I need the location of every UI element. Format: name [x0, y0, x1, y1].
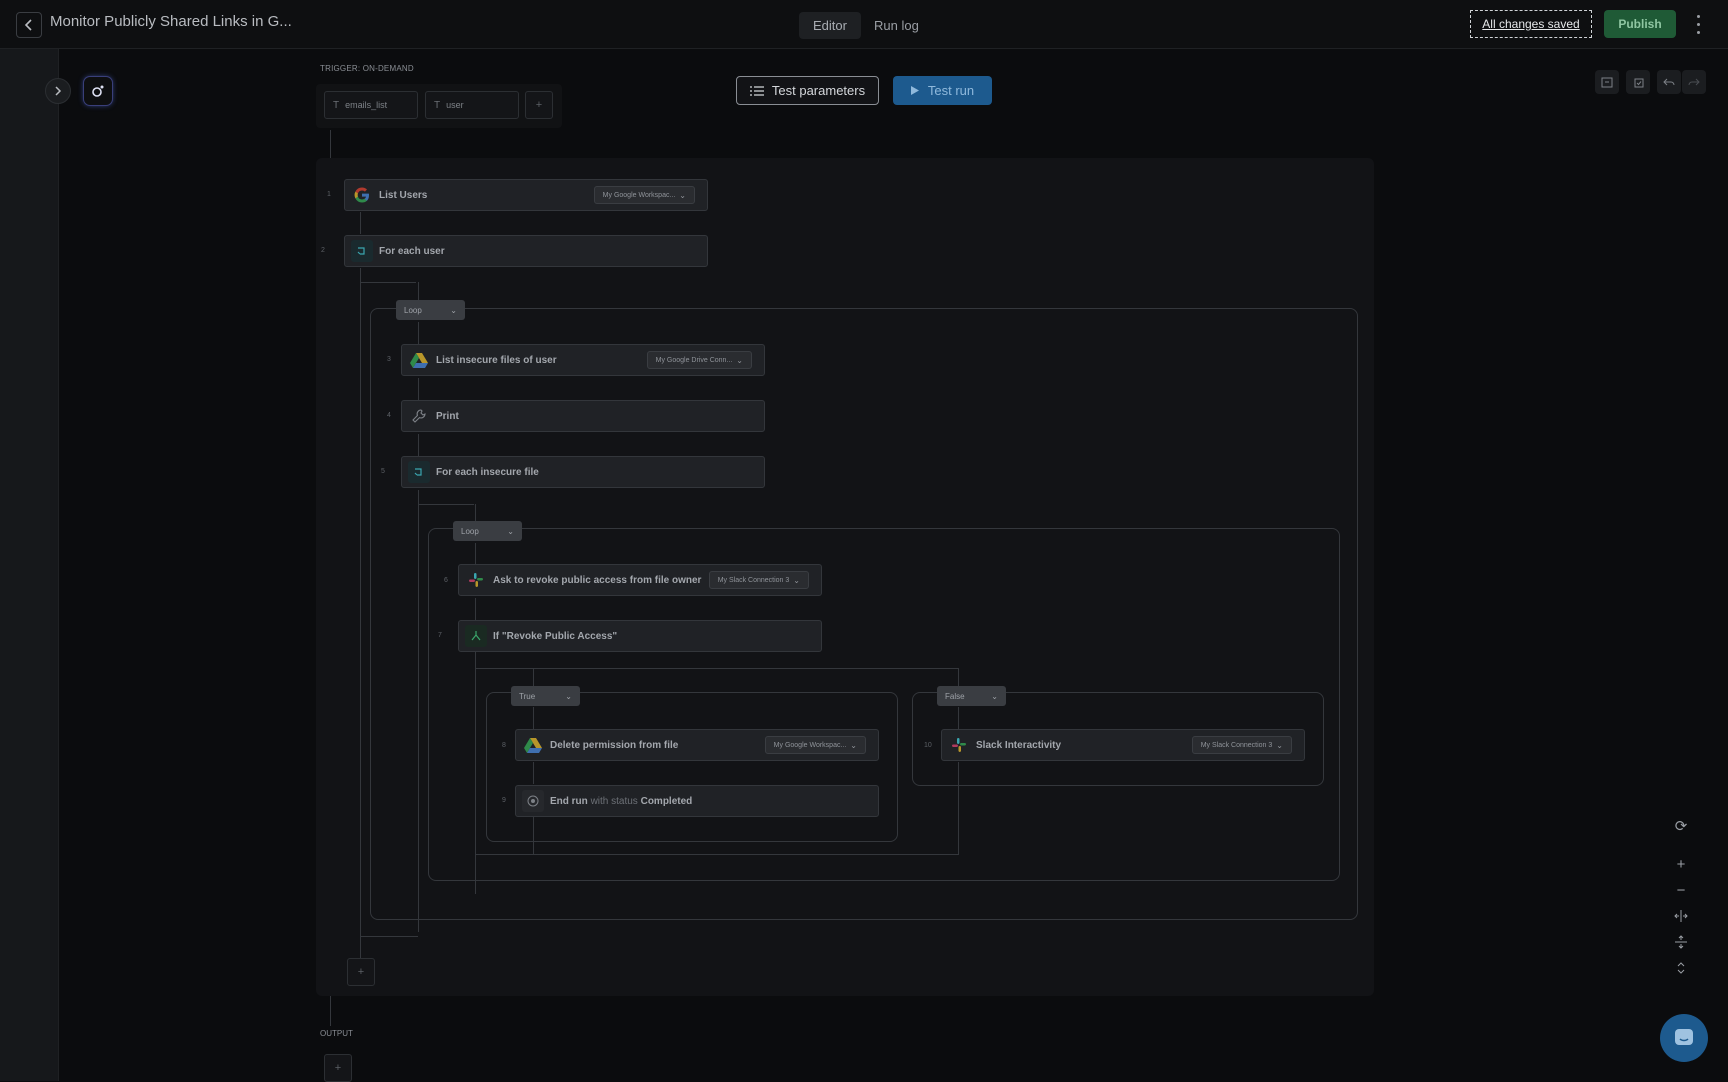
google-drive-icon — [522, 734, 544, 756]
tab-editor[interactable]: Editor — [799, 12, 861, 39]
step-label: For each insecure file — [436, 466, 539, 478]
branch-true-chip[interactable]: True ⌄ — [511, 686, 580, 706]
connector — [330, 996, 331, 1026]
param-user[interactable]: Tuser — [425, 91, 519, 119]
loop-chip[interactable]: Loop ⌄ — [396, 300, 465, 320]
connection-select[interactable]: My Google Drive Conn... — [646, 351, 752, 369]
step-for-each-user[interactable]: For each user — [344, 235, 708, 267]
chevron-right-icon — [55, 86, 62, 96]
add-step-button[interactable]: + — [347, 958, 375, 986]
fit-horizontal-icon[interactable] — [1670, 905, 1692, 927]
copy-check-icon[interactable] — [1626, 70, 1650, 94]
step-number: 4 — [387, 412, 391, 419]
step-label: List insecure files of user — [436, 354, 557, 366]
list-icon — [749, 85, 764, 96]
publish-button[interactable]: Publish — [1604, 10, 1676, 38]
step-number: 10 — [924, 742, 932, 749]
connection-select[interactable]: My Slack Connection 3 — [708, 571, 809, 589]
undo-icon[interactable] — [1657, 70, 1681, 94]
add-parameter-button[interactable]: + — [525, 91, 553, 119]
step-number: 1 — [327, 191, 331, 198]
google-icon — [351, 184, 373, 206]
step-label: List Users — [379, 189, 428, 201]
connector — [418, 282, 419, 300]
stop-circle-icon — [522, 790, 544, 812]
step-label: For each user — [379, 245, 445, 257]
step-number: 6 — [444, 577, 448, 584]
fit-vertical-icon[interactable] — [1670, 931, 1692, 953]
chevron-down-icon: ⌄ — [565, 691, 572, 701]
step-label: Delete permission from file — [550, 739, 679, 751]
play-icon — [910, 86, 919, 95]
chevron-left-icon — [24, 19, 32, 31]
step-if-revoke[interactable]: If "Revoke Public Access" — [458, 620, 822, 652]
left-sidebar — [0, 49, 59, 1081]
trigger-label: TRIGGER: ON-DEMAND — [320, 64, 414, 73]
step-slack-interactivity[interactable]: Slack Interactivity My Slack Connection … — [941, 729, 1305, 761]
chevron-down-icon: ⌄ — [507, 526, 514, 536]
step-list-insecure-files[interactable]: List insecure files of user My Google Dr… — [401, 344, 765, 376]
archive-icon[interactable] — [1595, 70, 1619, 94]
step-list-users[interactable]: List Users My Google Workspac... — [344, 179, 708, 211]
step-label: End run with status Completed — [550, 795, 693, 807]
expand-sidebar-button[interactable] — [45, 78, 71, 104]
test-parameters-button[interactable]: Test parameters — [736, 76, 879, 105]
connection-select[interactable]: My Slack Connection 3 — [1191, 736, 1292, 754]
connection-select[interactable]: My Google Workspac... — [593, 186, 695, 204]
step-number: 5 — [381, 468, 385, 475]
zoom-out-icon[interactable]: − — [1670, 879, 1692, 901]
branch-false-chip[interactable]: False ⌄ — [937, 686, 1006, 706]
step-number: 2 — [321, 247, 325, 254]
reset-view-icon[interactable]: ⟳ — [1670, 815, 1692, 837]
step-ask-to-revoke[interactable]: Ask to revoke public access from file ow… — [458, 564, 822, 596]
test-run-button[interactable]: Test run — [893, 76, 992, 105]
branch-frame-true — [486, 692, 898, 842]
connector — [360, 282, 416, 283]
assistant-logo-icon[interactable] — [84, 77, 112, 105]
step-label: Slack Interactivity — [976, 739, 1062, 751]
step-delete-permission[interactable]: Delete permission from file My Google Wo… — [515, 729, 879, 761]
param-emails-list[interactable]: Temails_list — [324, 91, 418, 119]
step-print[interactable]: Print — [401, 400, 765, 432]
connector — [360, 268, 361, 936]
collapse-icon[interactable] — [1670, 957, 1692, 979]
more-options-icon[interactable] — [1692, 12, 1704, 36]
step-label: Ask to revoke public access from file ow… — [493, 574, 702, 586]
tab-run-log[interactable]: Run log — [860, 12, 933, 39]
output-label: OUTPUT — [320, 1029, 353, 1038]
step-number: 8 — [502, 742, 506, 749]
loop-chip[interactable]: Loop ⌄ — [453, 521, 522, 541]
page-title: Monitor Publicly Shared Links in G... — [50, 13, 292, 30]
add-output-button[interactable]: + — [324, 1054, 352, 1082]
connector — [330, 130, 331, 158]
loop-icon — [351, 240, 373, 262]
connection-select[interactable]: My Google Workspac... — [764, 736, 866, 754]
text-type-icon: T — [333, 99, 340, 111]
wrench-icon — [408, 405, 430, 427]
chat-support-button[interactable] — [1660, 1014, 1708, 1062]
save-status[interactable]: All changes saved — [1470, 10, 1592, 38]
step-for-each-insecure-file[interactable]: For each insecure file — [401, 456, 765, 488]
connector — [360, 212, 361, 234]
zoom-in-icon[interactable]: + — [1670, 853, 1692, 875]
connector — [360, 936, 418, 937]
chevron-down-icon: ⌄ — [450, 305, 457, 315]
step-number: 7 — [438, 632, 442, 639]
redo-icon[interactable] — [1682, 70, 1706, 94]
chevron-down-icon: ⌄ — [991, 691, 998, 701]
branch-icon — [465, 625, 487, 647]
step-number: 3 — [387, 356, 391, 363]
step-end-run[interactable]: End run with status Completed — [515, 785, 879, 817]
chat-icon — [1675, 1029, 1693, 1045]
loop-icon — [408, 461, 430, 483]
slack-icon — [465, 569, 487, 591]
google-drive-icon — [408, 349, 430, 371]
back-button[interactable] — [16, 12, 42, 38]
step-label: Print — [436, 410, 459, 422]
slack-icon — [948, 734, 970, 756]
step-label: If "Revoke Public Access" — [493, 630, 618, 642]
text-type-icon: T — [434, 99, 441, 111]
step-number: 9 — [502, 797, 506, 804]
